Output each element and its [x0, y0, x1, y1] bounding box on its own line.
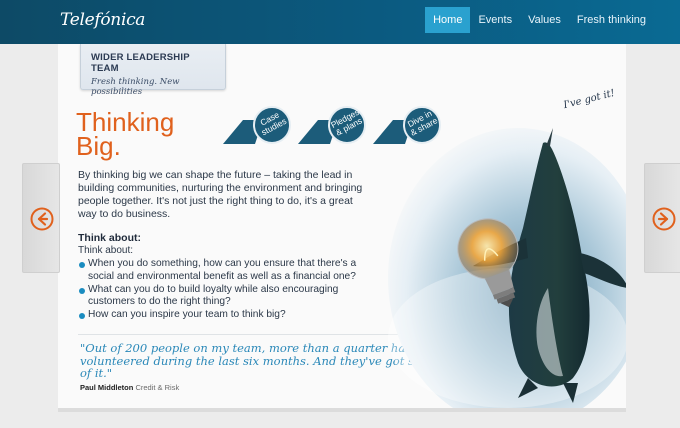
content-card: WIDER LEADERSHIP TEAM Fresh thinking. Ne… [58, 44, 626, 408]
wider-leadership-tab: WIDER LEADERSHIP TEAM Fresh thinking. Ne… [80, 44, 226, 97]
card-shadow [58, 408, 626, 412]
list-item: How can you inspire your team to think b… [78, 309, 378, 322]
chevron-right-circle-icon [652, 207, 676, 231]
previous-page-button[interactable] [22, 163, 60, 273]
intro-paragraph: By thinking big we can shape the future … [78, 169, 363, 220]
penguin-lightbulb-illustration [388, 128, 626, 408]
page: Telefónica Home Events Values Fresh thin… [0, 0, 680, 428]
quote-author-role: Credit & Risk [135, 383, 180, 392]
case-studies-button[interactable]: Case studies [223, 106, 293, 144]
list-item: What can you do to build loyalty while a… [78, 284, 378, 309]
bullet-icon [79, 313, 85, 319]
nav-values[interactable]: Values [520, 7, 569, 33]
tab-subtitle: Fresh thinking. New possibilities [91, 77, 180, 97]
nav-fresh-thinking[interactable]: Fresh thinking [569, 7, 654, 33]
quote-author-name: Paul Middleton [80, 383, 134, 392]
page-title-line-2: Big. [76, 131, 121, 161]
top-navigation-bar: Telefónica Home Events Values Fresh thin… [0, 0, 680, 44]
tab-title: WIDER LEADERSHIP TEAM [91, 52, 190, 74]
quote-attribution: Paul Middleton Credit & Risk [80, 383, 179, 392]
nav-home[interactable]: Home [425, 7, 471, 33]
main-nav: Home Events Values Fresh thinking [425, 7, 654, 33]
think-about-heading: Think about: [78, 232, 141, 244]
think-about-list: When you do something, how can you ensur… [78, 258, 378, 322]
page-title: Thinking Big. [76, 109, 174, 161]
chevron-left-circle-icon [30, 207, 54, 231]
bullet-icon [79, 262, 85, 268]
list-item: When you do something, how can you ensur… [78, 258, 378, 283]
next-page-button[interactable] [644, 163, 680, 273]
telefonica-logo[interactable]: Telefónica [60, 10, 145, 30]
nav-events[interactable]: Events [470, 7, 520, 33]
think-about-subheading: Think about: [78, 245, 134, 256]
bullet-icon [79, 287, 85, 294]
